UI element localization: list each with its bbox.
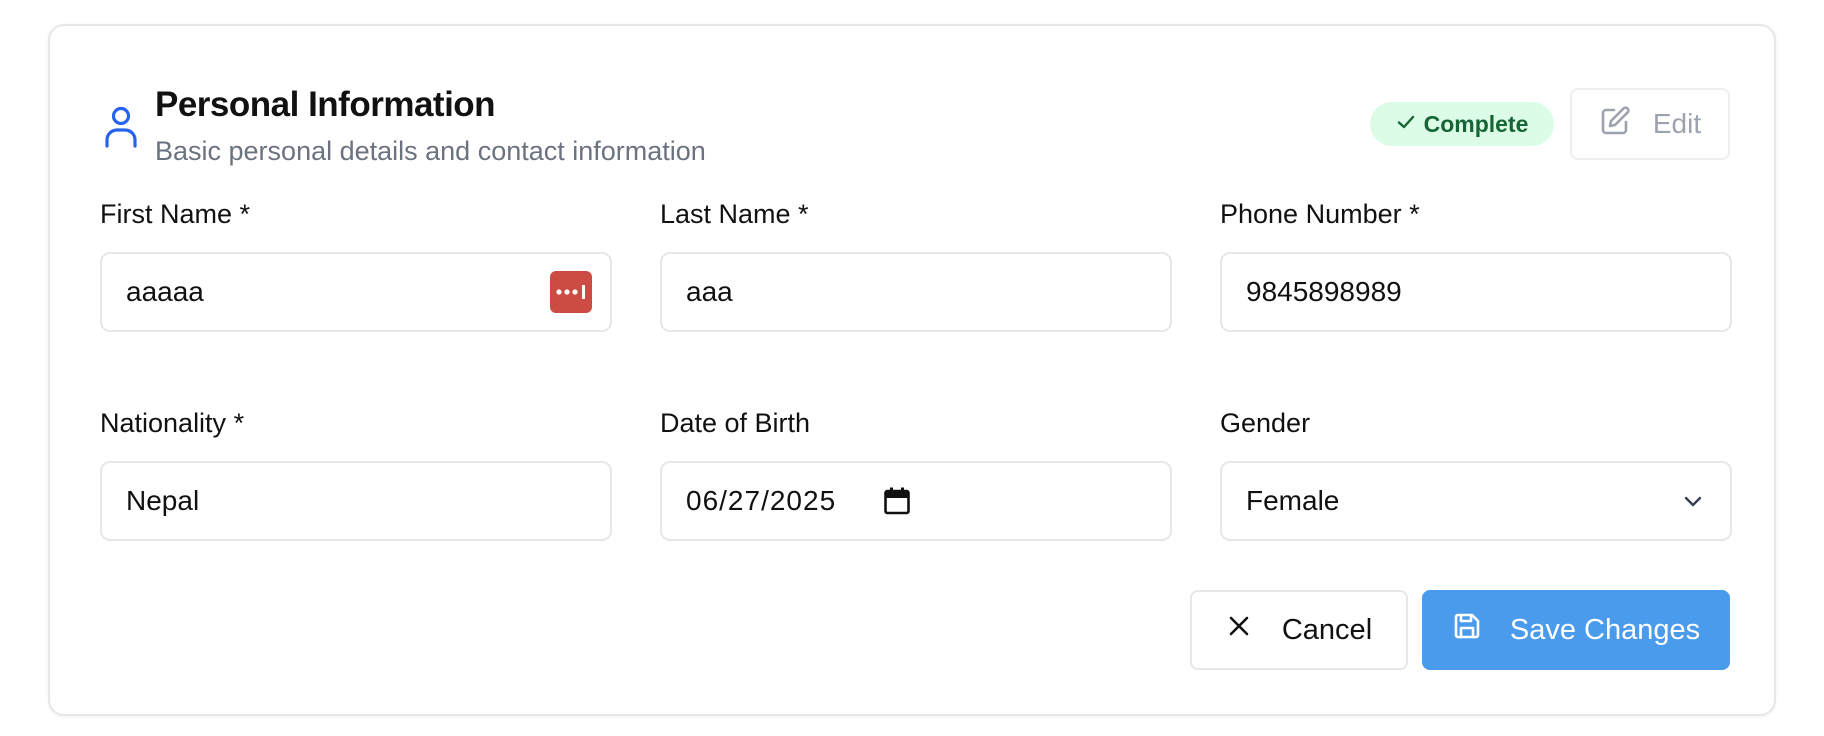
- nationality-field[interactable]: Nepal: [100, 461, 612, 541]
- section-title: Personal Information: [155, 85, 496, 124]
- edit-button[interactable]: Edit: [1570, 88, 1730, 160]
- gender-label: Gender: [1220, 408, 1311, 438]
- personal-information-card: Personal Information Basic personal deta…: [48, 24, 1776, 716]
- last-name-value: aaa: [686, 276, 733, 307]
- pencil-square-icon: [1599, 105, 1631, 144]
- first-name-label: First Name *: [100, 199, 251, 229]
- save-icon: [1452, 611, 1482, 649]
- date-of-birth-value: 06/27/2025: [686, 485, 837, 516]
- close-icon: [1226, 613, 1252, 647]
- edit-button-label: Edit: [1652, 108, 1702, 139]
- gender-value: Female: [1246, 485, 1340, 516]
- save-changes-button[interactable]: Save Changes: [1422, 590, 1730, 670]
- status-badge: Complete: [1370, 102, 1554, 146]
- date-of-birth-label: Date of Birth: [660, 408, 811, 438]
- chevron-down-icon: [1680, 488, 1706, 514]
- gender-select[interactable]: Female: [1220, 461, 1732, 541]
- first-name-value: aaaaa: [126, 276, 204, 307]
- calendar-icon[interactable]: [884, 487, 910, 515]
- section-subtitle: Basic personal details and contact infor…: [155, 136, 706, 166]
- cancel-button[interactable]: Cancel: [1190, 590, 1408, 670]
- first-name-field[interactable]: aaaaa: [100, 252, 612, 332]
- status-badge-label: Complete: [1423, 110, 1529, 137]
- last-name-field[interactable]: aaa: [660, 252, 1172, 332]
- nationality-value: Nepal: [126, 485, 200, 516]
- nationality-label: Nationality *: [100, 408, 245, 438]
- last-name-label: Last Name *: [660, 199, 809, 229]
- phone-number-label: Phone Number *: [1220, 199, 1420, 229]
- phone-number-field[interactable]: 9845898989: [1220, 252, 1732, 332]
- user-icon: [103, 106, 139, 148]
- phone-number-value: 9845898989: [1246, 276, 1402, 307]
- save-changes-button-label: Save Changes: [1509, 613, 1701, 646]
- date-of-birth-field[interactable]: 06/27/2025: [660, 461, 1172, 541]
- password-manager-icon[interactable]: [550, 271, 592, 313]
- cancel-button-label: Cancel: [1281, 613, 1373, 646]
- check-icon: [1396, 111, 1416, 138]
